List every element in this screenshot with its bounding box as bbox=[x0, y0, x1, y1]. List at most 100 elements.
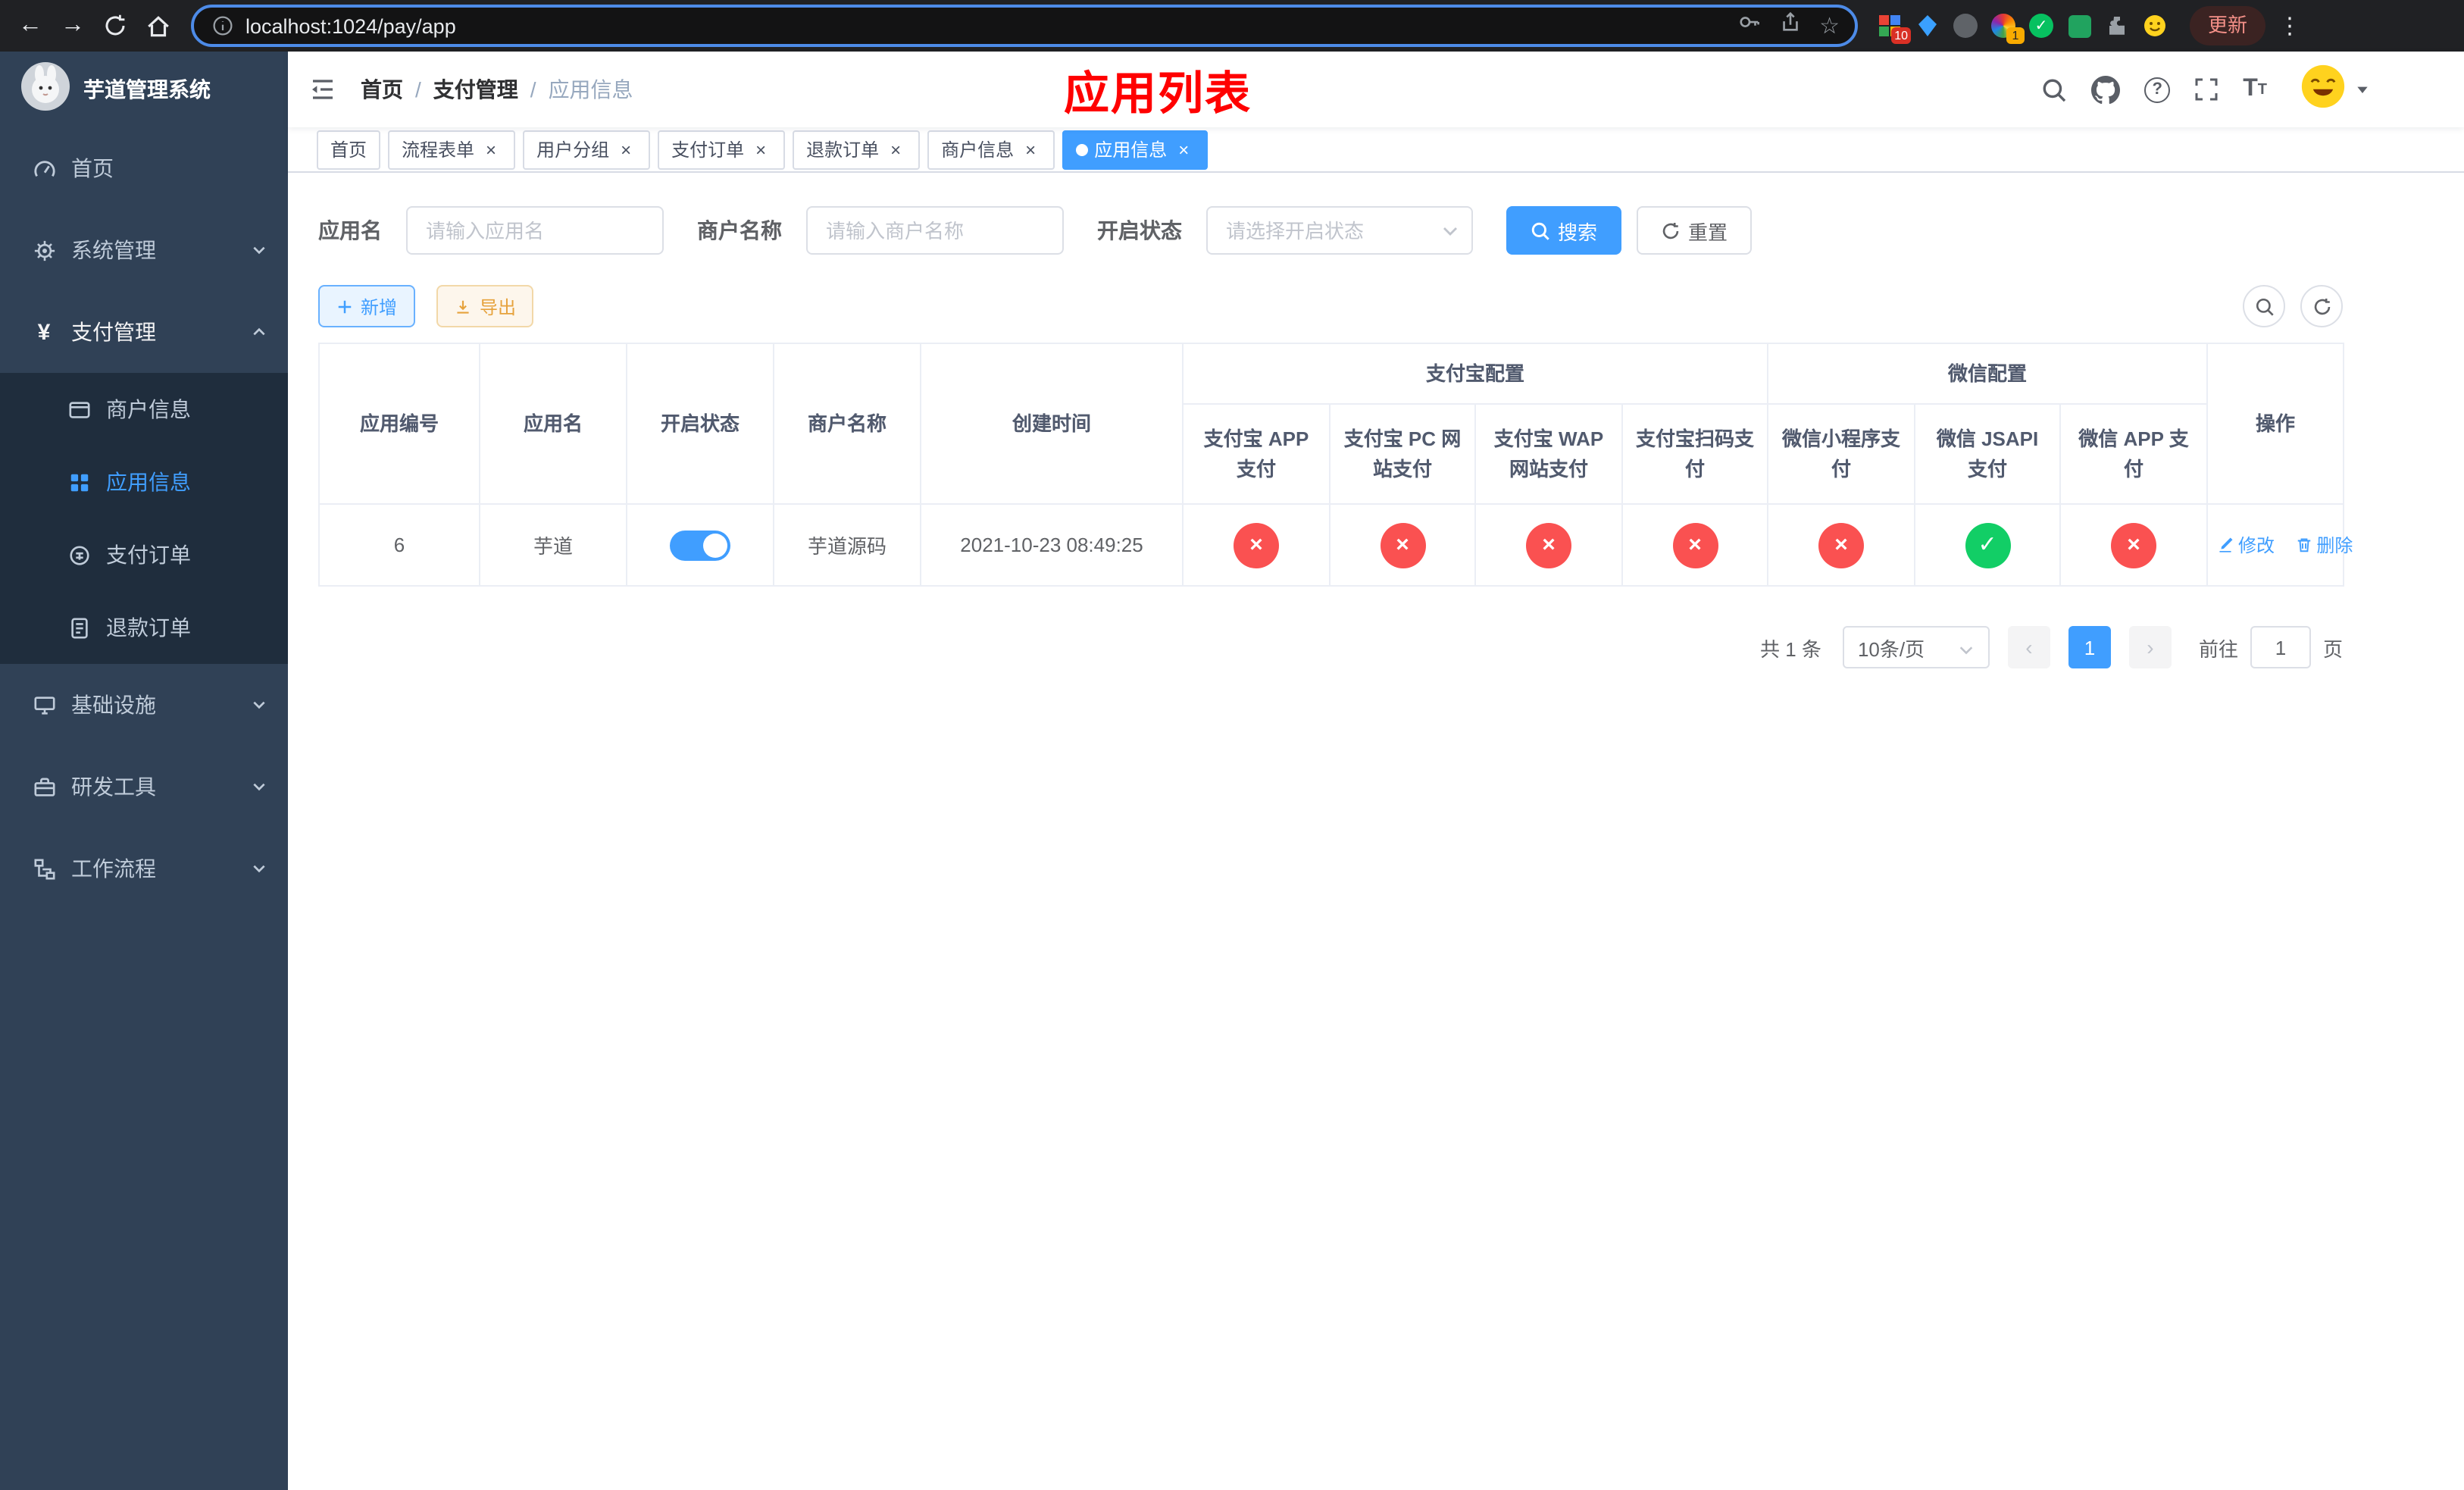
url-bar[interactable]: localhost:1024/pay/app ☆ bbox=[191, 5, 1858, 47]
page-size-select[interactable]: 10条/页 bbox=[1842, 626, 1990, 668]
merchant-name-input[interactable] bbox=[806, 206, 1064, 255]
add-button[interactable]: 新增 bbox=[318, 285, 416, 327]
fullscreen-icon[interactable] bbox=[2194, 77, 2219, 102]
dark-circle-extension-icon[interactable] bbox=[1952, 12, 1979, 39]
column-header-wechat-jsapi: 微信 JSAPI 支付 bbox=[1914, 403, 2062, 505]
refresh-table-button[interactable] bbox=[2300, 285, 2343, 327]
tab-user-group[interactable]: 用户分组 × bbox=[523, 130, 651, 169]
close-icon[interactable]: × bbox=[1020, 140, 1041, 158]
tab-pay-orders[interactable]: 支付订单 × bbox=[658, 130, 786, 169]
grid-extension-icon[interactable]: 10 bbox=[1876, 12, 1911, 44]
sidebar-item-refund-orders[interactable]: 退款订单 bbox=[0, 591, 288, 664]
back-icon[interactable]: ← bbox=[9, 5, 52, 47]
wechat-jsapi-status-icon: ✓ bbox=[1965, 522, 2011, 568]
table-row: 6 芋道 芋道源码 2021-10-23 08:49:25 × × × × × … bbox=[318, 503, 2353, 587]
password-key-icon[interactable] bbox=[1737, 11, 1760, 41]
sidebar-item-system[interactable]: 系统管理 bbox=[0, 209, 288, 291]
sidebar-item-dev-tools[interactable]: 研发工具 bbox=[0, 746, 288, 828]
puzzle-extension-icon[interactable] bbox=[2103, 12, 2131, 39]
active-dot bbox=[1076, 143, 1089, 155]
caret-down-icon bbox=[2355, 82, 2370, 97]
wechat-mini-status-icon: × bbox=[1818, 522, 1865, 568]
workflow-icon bbox=[32, 857, 56, 880]
close-icon[interactable]: × bbox=[1173, 140, 1194, 158]
tab-merchant-info[interactable]: 商户信息 × bbox=[927, 130, 1055, 169]
goto-page-input[interactable] bbox=[2250, 626, 2311, 668]
site-info-icon[interactable] bbox=[212, 15, 233, 36]
goto-unit: 页 bbox=[2322, 637, 2343, 660]
filter-bar: 应用名 商户名称 开启状态 bbox=[318, 206, 2343, 255]
home-icon[interactable] bbox=[136, 5, 179, 47]
status-label: 开启状态 bbox=[1097, 218, 1182, 243]
app-name-label: 应用名 bbox=[318, 218, 382, 243]
close-icon[interactable]: × bbox=[885, 140, 906, 158]
export-button[interactable]: 导出 bbox=[436, 285, 534, 327]
column-header-merchant: 商户名称 bbox=[773, 343, 921, 505]
tab-process-form[interactable]: 流程表单 × bbox=[388, 130, 516, 169]
share-icon[interactable] bbox=[1778, 11, 1801, 41]
sidebar-item-infrastructure[interactable]: 基础设施 bbox=[0, 664, 288, 746]
tab-refund-orders[interactable]: 退款订单 × bbox=[793, 130, 921, 169]
browser-menu-icon[interactable]: ⋮ bbox=[2275, 12, 2305, 39]
page-title: 应用列表 bbox=[1064, 70, 1252, 120]
blue-diamond-extension-icon[interactable] bbox=[1914, 12, 1941, 39]
next-page-button[interactable]: › bbox=[2128, 626, 2172, 668]
status-select[interactable] bbox=[1206, 206, 1473, 255]
browser-update-button[interactable]: 更新 bbox=[2190, 6, 2266, 45]
sidebar-item-merchant-info[interactable]: 商户信息 bbox=[0, 373, 288, 446]
sidebar-item-payment[interactable]: ¥ 支付管理 bbox=[0, 291, 288, 373]
page-number-button[interactable]: 1 bbox=[2068, 626, 2111, 668]
user-menu[interactable] bbox=[2300, 63, 2370, 116]
tab-app-info[interactable]: 应用信息 × bbox=[1062, 130, 1209, 169]
emoji-extension-icon[interactable] bbox=[2141, 12, 2169, 39]
green-circle-extension-icon[interactable]: ✓ bbox=[2028, 12, 2055, 39]
user-avatar bbox=[2300, 63, 2346, 116]
delete-button[interactable]: 删除 bbox=[2295, 532, 2353, 558]
app-name-input[interactable] bbox=[406, 206, 664, 255]
font-size-icon[interactable]: TT bbox=[2243, 76, 2267, 103]
column-header-actions: 操作 bbox=[2206, 343, 2345, 505]
forward-icon[interactable]: → bbox=[52, 5, 94, 47]
column-header-alipay-qr: 支付宝扫码支付 bbox=[1621, 403, 1769, 505]
close-icon[interactable]: × bbox=[750, 140, 771, 158]
github-icon[interactable] bbox=[2091, 75, 2121, 104]
search-icon[interactable] bbox=[2041, 77, 2067, 102]
chevron-down-icon bbox=[1958, 640, 1975, 662]
edit-button[interactable]: 修改 bbox=[2217, 532, 2275, 558]
breadcrumb-payment[interactable]: 支付管理 bbox=[433, 74, 518, 105]
close-icon[interactable]: × bbox=[480, 140, 502, 158]
goto-label: 前往 bbox=[2198, 637, 2238, 660]
sidebar-item-workflow[interactable]: 工作流程 bbox=[0, 828, 288, 909]
search-button[interactable]: 搜索 bbox=[1506, 206, 1622, 255]
close-icon[interactable]: × bbox=[615, 140, 636, 158]
green-square-extension-icon[interactable] bbox=[2065, 12, 2093, 39]
card-icon bbox=[67, 398, 91, 421]
yen-icon: ¥ bbox=[37, 319, 51, 345]
toggle-search-button[interactable] bbox=[2243, 285, 2285, 327]
tab-home[interactable]: 首页 bbox=[317, 130, 381, 169]
column-header-created: 创建时间 bbox=[920, 343, 1184, 505]
url-text: localhost:1024/pay/app bbox=[245, 14, 456, 37]
bookmark-star-icon[interactable]: ☆ bbox=[1819, 14, 1840, 37]
prev-page-button[interactable]: ‹ bbox=[2007, 626, 2050, 668]
status-toggle[interactable] bbox=[670, 530, 730, 560]
column-group-alipay: 支付宝配置 bbox=[1181, 343, 1769, 405]
color-wheel-extension-icon[interactable]: 1 bbox=[1990, 12, 2025, 44]
column-header-alipay-app: 支付宝 APP 支付 bbox=[1182, 403, 1330, 505]
breadcrumb-home[interactable]: 首页 bbox=[361, 74, 403, 105]
sidebar-item-app-info[interactable]: 应用信息 bbox=[0, 446, 288, 518]
sidebar-item-pay-orders[interactable]: 支付订单 bbox=[0, 518, 288, 591]
cell-merchant: 芋道源码 bbox=[773, 503, 921, 587]
help-icon[interactable]: ? bbox=[2144, 77, 2171, 102]
reset-button[interactable]: 重置 bbox=[1637, 206, 1753, 255]
pagination: 共 1 条 10条/页 ‹ 1 › 前往 1 页 bbox=[318, 626, 2343, 668]
refresh-icon[interactable] bbox=[94, 5, 136, 47]
cell-status bbox=[626, 503, 774, 587]
sidebar: 芋道管理系统 首页 系统管理 ¥ 支付管理 商户信息 应用信息 支付订单 退款订… bbox=[0, 52, 288, 1490]
top-navbar: 首页 / 支付管理 / 应用信息 应用列表 ? T T bbox=[288, 52, 2464, 127]
sidebar-item-home[interactable]: 首页 bbox=[0, 127, 288, 209]
sidebar-collapse-icon[interactable] bbox=[288, 76, 358, 103]
extensions-row: 10 1 ✓ bbox=[1876, 12, 2169, 44]
server-icon bbox=[32, 693, 56, 716]
sidebar-logo[interactable]: 芋道管理系统 bbox=[0, 52, 288, 127]
